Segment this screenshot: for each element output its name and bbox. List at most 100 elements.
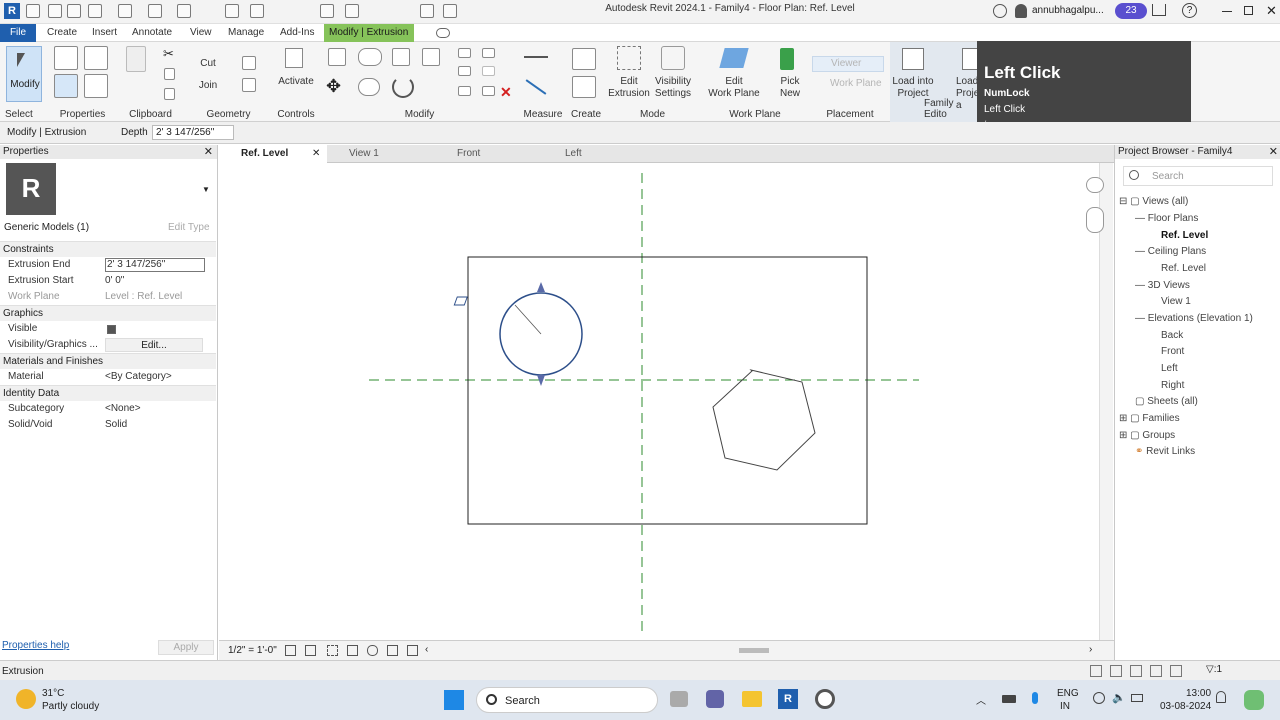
print-icon[interactable] <box>177 4 191 18</box>
crop-view-icon[interactable] <box>327 645 338 656</box>
temp-props-icon[interactable] <box>407 645 418 656</box>
revit-logo-icon[interactable]: R <box>4 3 20 19</box>
volume-icon[interactable]: 🔈 <box>1112 691 1126 704</box>
tree-floor-plan-ref-level[interactable]: Ref. Level <box>1161 228 1208 244</box>
tree-elevations[interactable]: — Elevations (Elevation 1) <box>1135 311 1253 327</box>
show-crop-icon[interactable] <box>347 645 358 656</box>
view-scale[interactable]: 1/2" = 1'-0" <box>228 645 277 656</box>
panel-toggle-icon[interactable] <box>436 28 450 38</box>
section-materials[interactable]: Materials and Finishes <box>0 353 216 369</box>
family-category-icon[interactable] <box>84 74 108 98</box>
zoom-icon[interactable] <box>1086 207 1104 233</box>
select-by-face-icon[interactable] <box>1150 665 1162 677</box>
crop-region-boundary[interactable] <box>467 256 868 525</box>
properties-help-link[interactable]: Properties help <box>2 640 69 651</box>
restore-icon[interactable] <box>1244 6 1253 15</box>
edit-work-plane-button[interactable]: Edit Work Plane <box>704 76 764 100</box>
group-label-select[interactable]: Select <box>5 109 46 120</box>
tree-ceiling-ref-level[interactable]: Ref. Level <box>1161 261 1206 277</box>
extrusion-end-input[interactable]: 2' 3 147/256" <box>105 258 205 272</box>
scale-icon[interactable] <box>482 66 495 76</box>
trim-icon[interactable] <box>458 48 471 58</box>
cart-icon[interactable] <box>1152 4 1166 16</box>
tree-view-1[interactable]: View 1 <box>1161 294 1191 310</box>
modify-button[interactable]: Modify <box>6 46 42 102</box>
visible-checkbox[interactable] <box>107 325 116 334</box>
user-icon[interactable] <box>1015 4 1027 18</box>
battery-icon[interactable] <box>1002 695 1016 703</box>
switch-windows-icon[interactable] <box>443 4 457 18</box>
select-pinned-icon[interactable] <box>1130 665 1142 677</box>
create-group-icon[interactable] <box>572 48 596 70</box>
paste-icon[interactable] <box>126 46 146 72</box>
offset-icon[interactable] <box>358 48 382 66</box>
network-icon[interactable] <box>1093 692 1105 704</box>
file-explorer-icon[interactable] <box>742 691 762 707</box>
notification-badge[interactable]: 23 <box>1115 3 1147 19</box>
browser-search[interactable]: Search <box>1123 166 1273 186</box>
clock-time[interactable]: 13:00 <box>1186 688 1211 699</box>
tab-file[interactable]: File <box>0 24 36 42</box>
tray-overflow-icon[interactable]: ︿ <box>976 692 986 707</box>
weather-icon[interactable] <box>16 689 36 709</box>
apply-button[interactable]: Apply <box>158 640 214 655</box>
task-view-icon[interactable] <box>670 691 688 707</box>
language-2[interactable]: IN <box>1060 701 1070 712</box>
unpin-icon[interactable] <box>482 86 495 96</box>
home-icon[interactable] <box>26 4 40 18</box>
tree-back[interactable]: Back <box>1161 328 1183 344</box>
pin-icon[interactable] <box>458 86 471 96</box>
dimension-icon[interactable] <box>250 4 264 18</box>
tab-manage[interactable]: Manage <box>223 24 269 42</box>
tab-view[interactable]: View <box>185 24 217 42</box>
measure-icon[interactable] <box>225 4 239 18</box>
detail-level-icon[interactable] <box>285 645 296 656</box>
select-underlay-icon[interactable] <box>1110 665 1122 677</box>
tree-left[interactable]: Left <box>1161 361 1178 377</box>
mirror-icon[interactable] <box>392 48 410 66</box>
section-constraints[interactable]: Constraints <box>0 241 216 257</box>
chrome-icon[interactable] <box>815 689 835 709</box>
copy-icon[interactable] <box>164 68 175 80</box>
redo-icon[interactable] <box>148 4 162 18</box>
tab-annotate[interactable]: Annotate <box>127 24 177 42</box>
tree-ceiling-plans[interactable]: — Ceiling Plans <box>1135 244 1206 260</box>
visibility-settings-button[interactable]: Visibility Settings <box>649 76 697 100</box>
tree-3d-views[interactable]: — 3D Views <box>1135 278 1190 294</box>
copilot-icon[interactable] <box>1244 690 1264 710</box>
scroll-left-icon[interactable]: ‹ <box>425 644 428 655</box>
visibility-settings-icon[interactable] <box>661 46 685 70</box>
activate-button[interactable]: Activate <box>272 76 320 88</box>
open-icon[interactable] <box>48 4 62 18</box>
close-inactive-icon[interactable] <box>420 4 434 18</box>
browser-close-icon[interactable]: ✕ <box>1269 145 1278 159</box>
cope-icon[interactable] <box>242 56 256 70</box>
cut-button[interactable]: Cut <box>188 58 228 70</box>
load-into-project-button[interactable]: Load into Project <box>890 76 936 100</box>
save-icon[interactable] <box>67 4 81 18</box>
minimize-icon[interactable] <box>1222 11 1232 12</box>
close-icon[interactable]: ✕ <box>1266 3 1277 19</box>
properties-close-icon[interactable]: ✕ <box>204 145 213 159</box>
solid-void-value[interactable]: Solid <box>105 417 127 433</box>
3d-view-icon[interactable] <box>345 4 359 18</box>
shape-handle-top[interactable] <box>537 282 545 292</box>
tab-create[interactable]: Create <box>42 24 82 42</box>
undo-icon[interactable] <box>118 4 132 18</box>
match-properties-icon[interactable] <box>164 88 175 100</box>
horizontal-scrollbar-thumb[interactable] <box>739 648 769 653</box>
edit-extrusion-icon[interactable] <box>617 46 641 70</box>
edit-work-plane-icon[interactable] <box>719 48 749 68</box>
scissors-icon[interactable]: ✂ <box>163 46 174 62</box>
move-icon[interactable]: ✥ <box>326 76 341 97</box>
text-icon[interactable] <box>320 4 334 18</box>
visibility-graphics-edit-button[interactable]: Edit... <box>105 338 203 352</box>
visual-style-icon[interactable] <box>305 645 316 656</box>
notification-bell-icon[interactable] <box>1216 691 1226 703</box>
tree-views-all[interactable]: ⊟ ▢ Views (all) <box>1119 194 1188 210</box>
pick-new-icon[interactable] <box>780 48 794 70</box>
drag-on-selection-icon[interactable] <box>1170 665 1182 677</box>
clock-date[interactable]: 03-08-2024 <box>1160 701 1211 712</box>
select-links-icon[interactable] <box>1090 665 1102 677</box>
depth-input[interactable]: 2' 3 147/256" <box>152 125 234 140</box>
